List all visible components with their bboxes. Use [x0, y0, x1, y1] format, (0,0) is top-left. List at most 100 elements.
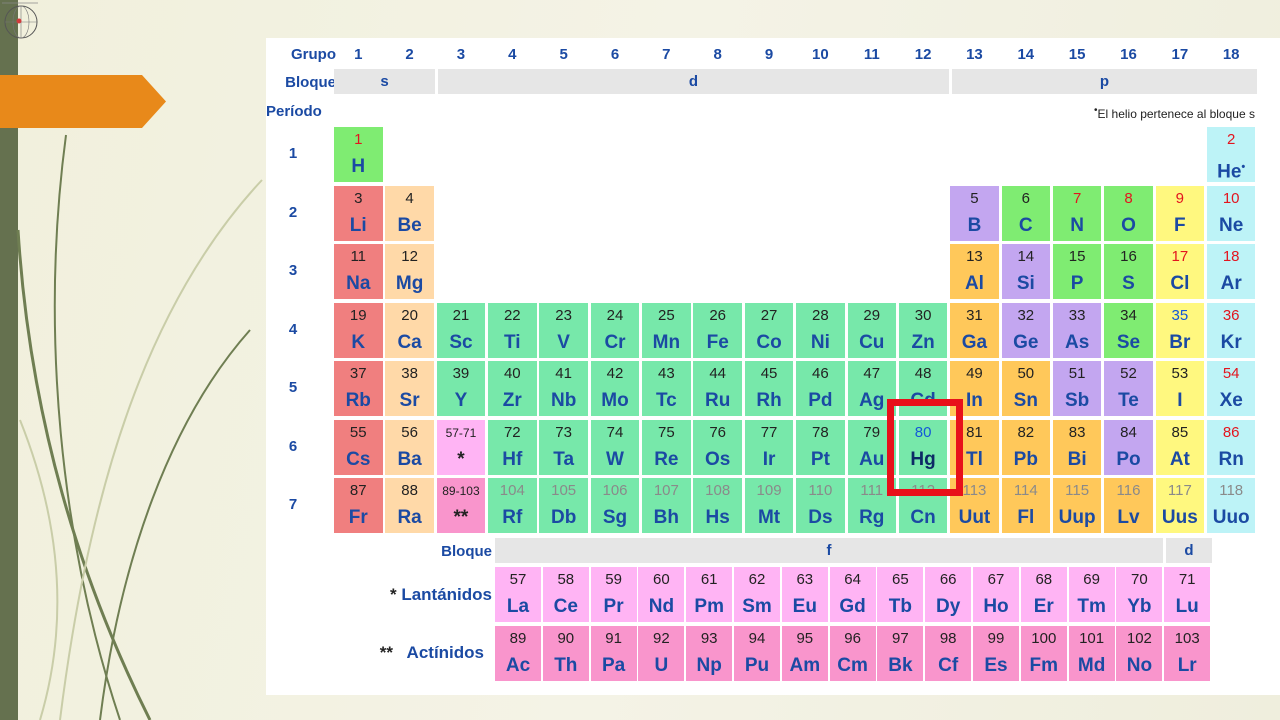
element-cell-Tc[interactable]: 43 Tc [642, 361, 691, 416]
element-cell-Mt[interactable]: 109 Mt [744, 478, 794, 533]
element-cell-V[interactable]: 23 V [539, 302, 588, 358]
element-cell-Be[interactable]: 4 Be [385, 185, 434, 241]
element-cell-O[interactable]: 8O [1104, 185, 1153, 241]
element-cell-Uup[interactable]: 115 Uup [1052, 478, 1102, 533]
element-cell-Es[interactable]: 99 Es [973, 626, 1019, 681]
element-cell-No[interactable]: 102 No [1116, 626, 1163, 681]
element-cell-In[interactable]: 49 In [950, 361, 999, 416]
element-cell-Si[interactable]: 14 Si [1001, 244, 1051, 299]
element-cell-Fr[interactable]: 87 Fr [334, 478, 383, 533]
element-cell-Y[interactable]: 39 Y [436, 361, 486, 416]
element-cell-Ar[interactable]: 18 Ar [1206, 244, 1256, 299]
element-cell-Pu[interactable]: 94 Pu [734, 626, 780, 681]
element-cell-Co[interactable]: 27 Co [744, 302, 794, 358]
element-cell-U[interactable]: 92 U [638, 626, 685, 681]
element-cell-Uus[interactable]: 117 Uus [1155, 478, 1205, 533]
element-cell-Cu[interactable]: 29 Cu [847, 302, 896, 358]
element-cell-Rh[interactable]: 45 Rh [744, 361, 794, 416]
element-cell-Bi[interactable]: 83 Bi [1052, 419, 1102, 475]
element-cell-Re[interactable]: 75 Re [642, 419, 691, 475]
element-cell-Sg[interactable]: 106 Sg [590, 478, 640, 533]
element-cell-Ho[interactable]: 67 Ho [973, 567, 1019, 622]
element-cell-Te[interactable]: 52 Te [1104, 361, 1153, 416]
element-cell-Tb[interactable]: 65 Tb [877, 567, 924, 622]
element-cell-Cn[interactable]: 112 Cn [898, 478, 948, 533]
element-cell-Ca[interactable]: 20 Ca [385, 302, 434, 358]
element-cell-Gd[interactable]: 64 Gd [829, 567, 876, 622]
element-cell-Rb[interactable]: 37 Rb [334, 361, 383, 416]
element-cell-Se[interactable]: 34 Se [1104, 302, 1153, 358]
element-cell-Mn[interactable]: 25 Mn [642, 302, 691, 358]
element-cell-Er[interactable]: 68 Er [1020, 567, 1067, 622]
element-cell-Ir[interactable]: 77 Ir [744, 419, 794, 475]
element-cell-Ce[interactable]: 58 Ce [542, 567, 589, 622]
element-cell-Db[interactable]: 105 Db [539, 478, 588, 533]
element-cell-H[interactable]: 1H [334, 127, 383, 182]
element-cell-Pd[interactable]: 46 Pd [796, 361, 845, 416]
element-cell-P[interactable]: 15 P [1052, 244, 1102, 299]
element-cell-Rn[interactable]: 86 Rn [1206, 419, 1256, 475]
element-cell-Pt[interactable]: 78 Pt [796, 419, 845, 475]
element-cell-Ba[interactable]: 56 Ba [385, 419, 434, 475]
element-cell-W[interactable]: 74 W [590, 419, 640, 475]
element-cell-Cf[interactable]: 98 Cf [925, 626, 972, 681]
element-cell-Hs[interactable]: 108 Hs [693, 478, 742, 533]
element-cell-Zn[interactable]: 30 Zn [898, 302, 948, 358]
element-cell-Nb[interactable]: 41 Nb [539, 361, 588, 416]
element-cell-Ac[interactable]: 89 Ac [495, 626, 541, 681]
element-cell-Ds[interactable]: 110 Ds [796, 478, 845, 533]
element-cell-C[interactable]: 6C [1001, 185, 1051, 241]
element-cell-Np[interactable]: 93 Np [686, 626, 733, 681]
element-cell-Xe[interactable]: 54 Xe [1206, 361, 1256, 416]
element-cell-Eu[interactable]: 63 Eu [781, 567, 828, 622]
element-cell-Lr[interactable]: 103 Lr [1164, 626, 1211, 681]
element-cell-I[interactable]: 53 I [1155, 361, 1205, 416]
element-cell-Pb[interactable]: 82 Pb [1001, 419, 1051, 475]
element-cell-Md[interactable]: 101 Md [1068, 626, 1115, 681]
element-cell-At[interactable]: 85 At [1155, 419, 1205, 475]
element-cell-Ni[interactable]: 28 Ni [796, 302, 845, 358]
element-cell-Pa[interactable]: 91 Pa [590, 626, 637, 681]
element-cell-Ru[interactable]: 44 Ru [693, 361, 742, 416]
element-cell-Pr[interactable]: 59 Pr [590, 567, 637, 622]
element-cell-Dy[interactable]: 66 Dy [925, 567, 972, 622]
element-cell-Hf[interactable]: 72 Hf [488, 419, 537, 475]
element-cell-Cr[interactable]: 24 Cr [590, 302, 640, 358]
element-cell-Os[interactable]: 76 Os [693, 419, 742, 475]
element-cell-Na[interactable]: 11 Na [334, 244, 383, 299]
element-cell-Hg[interactable]: 80 Hg [898, 419, 948, 475]
element-cell-Au[interactable]: 79 Au [847, 419, 896, 475]
element-cell-Sc[interactable]: 21 Sc [436, 302, 486, 358]
element-cell-Uut[interactable]: 113 Uut [950, 478, 999, 533]
element-cell-Sm[interactable]: 62 Sm [734, 567, 780, 622]
element-cell-Rg[interactable]: 111 Rg [847, 478, 896, 533]
element-cell-La[interactable]: 57 La [495, 567, 541, 622]
element-cell-Br[interactable]: 35 Br [1155, 302, 1205, 358]
element-cell-Fl[interactable]: 114 Fl [1001, 478, 1051, 533]
element-cell-Zr[interactable]: 40 Zr [488, 361, 537, 416]
element-cell-As[interactable]: 33 As [1052, 302, 1102, 358]
element-cell-Po[interactable]: 84 Po [1104, 419, 1153, 475]
element-cell-Fe[interactable]: 26 Fe [693, 302, 742, 358]
element-cell-star[interactable]: 57-71 * [436, 419, 486, 475]
element-cell-Ta[interactable]: 73 Ta [539, 419, 588, 475]
element-cell-Ga[interactable]: 31 Ga [950, 302, 999, 358]
element-cell-B[interactable]: 5B [950, 185, 999, 241]
element-cell-F[interactable]: 9F [1155, 185, 1205, 241]
element-cell-Bh[interactable]: 107 Bh [642, 478, 691, 533]
element-cell-S[interactable]: 16 S [1104, 244, 1153, 299]
element-cell-Am[interactable]: 95 Am [781, 626, 828, 681]
element-cell-Cl[interactable]: 17 Cl [1155, 244, 1205, 299]
element-cell-K[interactable]: 19 K [334, 302, 383, 358]
element-cell-Lu[interactable]: 71 Lu [1164, 567, 1211, 622]
element-cell-Li[interactable]: 3 Li [334, 185, 383, 241]
element-cell-Mo[interactable]: 42 Mo [590, 361, 640, 416]
element-cell-Sb[interactable]: 51 Sb [1052, 361, 1102, 416]
element-cell-Ti[interactable]: 22 Ti [488, 302, 537, 358]
element-cell-Fm[interactable]: 100 Fm [1020, 626, 1067, 681]
element-cell-Tl[interactable]: 81 Tl [950, 419, 999, 475]
element-cell-Nd[interactable]: 60 Nd [638, 567, 685, 622]
element-cell-Sr[interactable]: 38 Sr [385, 361, 434, 416]
element-cell-Uuo[interactable]: 118 Uuo [1206, 478, 1256, 533]
element-cell-Cd[interactable]: 48 Cd [898, 361, 948, 416]
